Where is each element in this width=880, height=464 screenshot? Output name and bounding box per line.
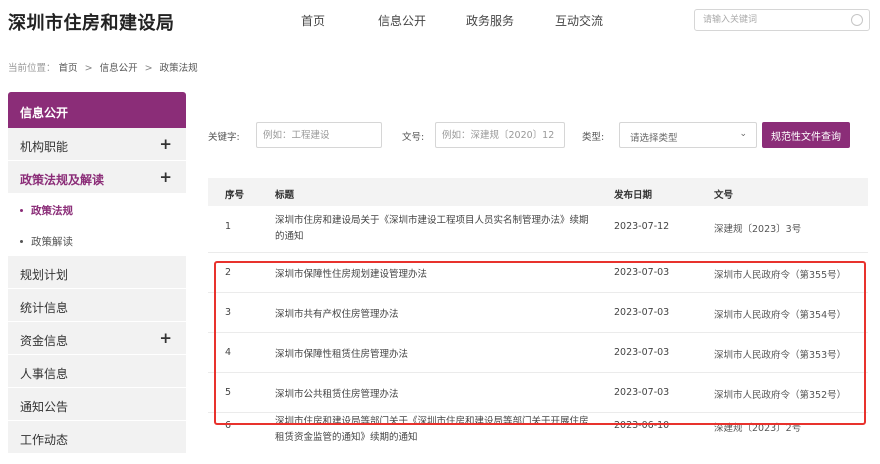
sidebar-item-label: 规划计划	[20, 268, 69, 282]
column-header-doc-number: 文号	[714, 190, 734, 201]
row-doc-number: 深圳市人民政府令（第354号）	[714, 310, 847, 321]
table-row: 4 深圳市保障性租赁住房管理办法 2023-07-03 深圳市人民政府令（第35…	[208, 333, 868, 373]
row-doc-number: 深建规〔2023〕3号	[714, 224, 802, 235]
sidebar-item-personnel[interactable]: 人事信息	[8, 355, 186, 388]
row-title-link[interactable]: 深圳市共有产权住房管理办法	[275, 307, 595, 323]
row-date: 2023-07-03	[614, 267, 670, 278]
row-date: 2023-07-03	[614, 347, 670, 358]
site-title[interactable]: 深圳市住房和建设局	[8, 9, 175, 35]
search-input[interactable]	[703, 13, 843, 27]
normative-document-search-button[interactable]: 规范性文件查询	[762, 122, 850, 148]
sidebar-subitem-policies[interactable]: 政策法规	[8, 194, 186, 225]
sidebar-heading: 信息公开	[8, 92, 186, 128]
column-header-date: 发布日期	[614, 190, 653, 201]
nav-info-disclosure[interactable]: 信息公开	[378, 12, 426, 29]
plus-icon[interactable]: +	[159, 329, 172, 347]
doc-number-input[interactable]	[435, 122, 565, 148]
keyword-input[interactable]	[256, 122, 382, 148]
breadcrumb-separator: >	[144, 63, 153, 74]
type-select-value: 请选择类型	[630, 133, 678, 144]
sidebar-item-statistics[interactable]: 统计信息	[8, 289, 186, 322]
policy-table: 序号 标题 发布日期 文号 1 深圳市住房和建设局关于《深圳市建设工程项目人员实…	[208, 178, 868, 453]
search-box	[694, 9, 870, 31]
row-doc-number: 深圳市人民政府令（第353号）	[714, 350, 847, 361]
row-title-link[interactable]: 深圳市住房和建设局关于《深圳市建设工程项目人员实名制管理办法》续期的通知	[275, 213, 595, 245]
row-seq: 1	[225, 221, 232, 232]
sidebar-subitem-label: 政策解读	[31, 236, 73, 248]
sidebar-subitem-label: 政策法规	[31, 205, 73, 217]
bullet-icon	[20, 209, 23, 212]
filter-bar: 关键字: 文号: 类型: 请选择类型 ⌄ 规范性文件查询	[208, 122, 868, 148]
sidebar-item-label: 人事信息	[20, 367, 69, 381]
sidebar-item-work-updates[interactable]: 工作动态	[8, 421, 186, 454]
breadcrumb-separator: >	[84, 63, 93, 74]
breadcrumb-home[interactable]: 首页	[59, 63, 78, 74]
sidebar-subitem-interpretation[interactable]: 政策解读	[8, 225, 186, 256]
sidebar-item-label: 统计信息	[20, 301, 69, 315]
table-row: 3 深圳市共有产权住房管理办法 2023-07-03 深圳市人民政府令（第354…	[208, 293, 868, 333]
column-header-title: 标题	[275, 190, 295, 201]
table-row: 5 深圳市公共租赁住房管理办法 2023-07-03 深圳市人民政府令（第352…	[208, 373, 868, 413]
table-row: 1 深圳市住房和建设局关于《深圳市建设工程项目人员实名制管理办法》续期的通知 2…	[208, 206, 868, 253]
sidebar-item-label: 通知公告	[20, 400, 69, 414]
sidebar-item-organization[interactable]: 机构职能 +	[8, 128, 186, 161]
table-row: 2 深圳市保障性住房规划建设管理办法 2023-07-03 深圳市人民政府令（第…	[208, 253, 868, 293]
nav-home[interactable]: 首页	[301, 12, 325, 29]
plus-icon[interactable]: +	[159, 135, 172, 153]
row-doc-number: 深圳市人民政府令（第355号）	[714, 270, 847, 281]
sidebar-item-funds[interactable]: 资金信息 +	[8, 322, 186, 355]
site-header: 深圳市住房和建设局 首页 信息公开 政务服务 互动交流	[0, 0, 880, 42]
row-date: 2023-07-12	[614, 221, 670, 232]
breadcrumb-current: 政策法规	[159, 63, 198, 74]
sidebar-item-label: 工作动态	[20, 433, 69, 447]
row-date: 2023-06-10	[614, 420, 670, 431]
keyword-label: 关键字:	[208, 132, 240, 143]
row-seq: 2	[225, 267, 232, 278]
sidebar-item-label: 资金信息	[20, 334, 69, 348]
row-seq: 3	[225, 307, 232, 318]
row-title-link[interactable]: 深圳市保障性租赁住房管理办法	[275, 347, 595, 363]
doc-number-label: 文号:	[402, 132, 425, 143]
plus-icon[interactable]: +	[159, 168, 172, 186]
table-row: 6 深圳市住房和建设局等部门关于《深圳市住房和建设局等部门关于开展住房租赁资金监…	[208, 413, 868, 453]
table-header: 序号 标题 发布日期 文号	[208, 178, 868, 206]
row-date: 2023-07-03	[614, 387, 670, 398]
row-seq: 6	[225, 420, 232, 431]
row-doc-number: 深建规〔2023〕2号	[714, 423, 802, 434]
type-label: 类型:	[582, 132, 605, 143]
sidebar-item-planning[interactable]: 规划计划	[8, 256, 186, 289]
bullet-icon	[20, 240, 23, 243]
breadcrumb: 当前位置： 首页 > 信息公开 > 政策法规	[8, 60, 198, 74]
sidebar-item-label: 政策法规及解读	[20, 173, 105, 187]
sidebar-item-notices[interactable]: 通知公告	[8, 388, 186, 421]
type-select[interactable]: 请选择类型 ⌄	[619, 122, 757, 148]
row-doc-number: 深圳市人民政府令（第352号）	[714, 390, 847, 401]
row-date: 2023-07-03	[614, 307, 670, 318]
chevron-down-icon: ⌄	[739, 129, 747, 139]
row-seq: 4	[225, 347, 232, 358]
row-seq: 5	[225, 387, 232, 398]
nav-government-services[interactable]: 政务服务	[466, 12, 514, 29]
nav-interaction[interactable]: 互动交流	[555, 12, 603, 29]
sidebar: 信息公开 机构职能 + 政策法规及解读 + 政策法规 政策解读 规划计划 统计信…	[8, 92, 186, 454]
sidebar-item-policies-and-interpretation[interactable]: 政策法规及解读 +	[8, 161, 186, 194]
row-title-link[interactable]: 深圳市公共租赁住房管理办法	[275, 387, 595, 403]
breadcrumb-prefix: 当前位置：	[8, 63, 56, 74]
search-icon[interactable]	[851, 14, 863, 26]
row-title-link[interactable]: 深圳市住房和建设局等部门关于《深圳市住房和建设局等部门关于开展住房租赁资金监管的…	[275, 414, 595, 446]
row-title-link[interactable]: 深圳市保障性住房规划建设管理办法	[275, 267, 595, 283]
sidebar-item-label: 机构职能	[20, 140, 69, 154]
breadcrumb-info-disclosure[interactable]: 信息公开	[100, 63, 138, 74]
column-header-seq: 序号	[225, 190, 245, 201]
